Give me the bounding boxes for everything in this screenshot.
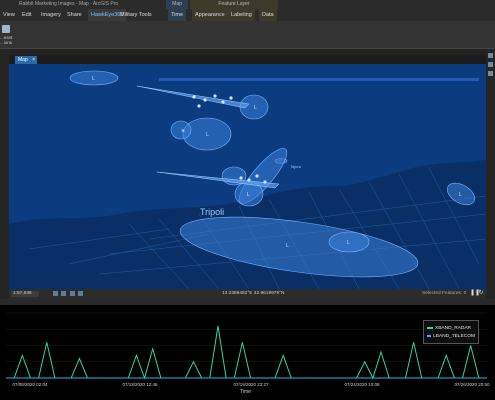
coordinate-readout: 13.2369482°E 32.9619979°N [222, 291, 285, 296]
legend-swatch [427, 327, 433, 329]
ribbon-body: ...eset ...ions [0, 21, 495, 49]
selected-features-count: Selected Features: 0 [422, 291, 467, 296]
legend-item: XBAND_RADAR [427, 324, 475, 332]
tab-share[interactable]: Share [64, 9, 85, 21]
time-chart-pane: 07/08/2020 02:04 07/13/2020 12:46 07/19/20… [0, 305, 495, 400]
cursor-tool-icon[interactable] [78, 291, 84, 296]
svg-text:L: L [347, 240, 350, 246]
place-label: Tajura [290, 164, 302, 169]
context-group-feature-layer: Feature Layer [190, 0, 278, 9]
svg-text:L: L [92, 76, 95, 82]
close-icon[interactable]: × [32, 56, 35, 64]
left-dock-strip [0, 49, 9, 303]
right-dock-strip [486, 49, 495, 303]
tab-edit[interactable]: Edit [19, 9, 34, 21]
reset-button-label-2: ...ions [0, 40, 13, 45]
city-label: Tripoli [200, 207, 224, 217]
window-title: Rabbit Marketing Images - Map - ArcGIS P… [19, 1, 119, 7]
tab-data[interactable]: Data [259, 9, 277, 21]
grid-tool-icon[interactable] [61, 291, 67, 296]
series-line-xband_radar [6, 325, 487, 380]
legend-label: LBAND_TELECOM [433, 333, 475, 339]
map-view[interactable]: × L L L L L L L Tripoli Tajura [9, 64, 486, 289]
pause-icon[interactable]: ❚❚ [470, 290, 480, 297]
reset-icon [2, 25, 10, 33]
svg-text:L: L [206, 132, 209, 138]
dock-tool-icon[interactable] [488, 71, 493, 76]
title-bar: Rabbit Marketing Images - Map - ArcGIS P… [0, 0, 495, 9]
x-tick-label: 07/13/2020 12:46 [122, 382, 158, 387]
time-chart[interactable]: 07/08/2020 02:04 07/13/2020 12:46 07/19/20… [0, 305, 495, 400]
svg-text:L: L [459, 192, 462, 198]
map-tab-label: Map [18, 57, 28, 63]
ribbon-tab-bar: View Edit Imagery Share HawkEye360 Military T… [0, 9, 495, 21]
dock-tool-icon[interactable] [488, 62, 493, 67]
x-tick-label: 07/24/2020 10:08 [344, 382, 380, 387]
refresh-icon[interactable]: ↻ [478, 290, 484, 297]
legend-item: LBAND_TELECOM [427, 332, 475, 340]
chart-legend: XBAND_RADAR LBAND_TELECOM [423, 320, 479, 344]
x-axis-title: Time [240, 389, 251, 395]
x-tick-label: 07/08/2020 02:04 [12, 382, 48, 387]
legend-swatch [427, 335, 432, 337]
x-tick-label: 07/26/2020 20:50 [454, 382, 490, 387]
svg-text:L: L [286, 243, 289, 249]
reset-button[interactable]: ...eset ...ions [0, 23, 12, 47]
context-group-map: Map [166, 0, 188, 9]
svg-text:×: × [181, 128, 185, 135]
x-tick-label: 07/19/2020 23:27 [233, 382, 269, 387]
svg-text:L: L [254, 105, 257, 111]
snap-tool-icon[interactable] [69, 291, 75, 296]
tab-military-tools[interactable]: Military Tools [117, 9, 155, 21]
svg-text:L: L [247, 192, 250, 198]
dock-tool-icon[interactable] [488, 53, 493, 58]
nav-tool-icon[interactable] [53, 291, 58, 296]
tab-time[interactable]: Time [168, 9, 187, 21]
tab-imagery[interactable]: Imagery [38, 9, 64, 21]
legend-label: XBAND_RADAR [435, 325, 471, 331]
arcgis-window: Rabbit Marketing Images - Map - ArcGIS P… [0, 0, 495, 400]
map-canvas[interactable]: × L L L L L L L Tripoli Tajura [9, 64, 486, 289]
tab-view[interactable]: View [0, 9, 18, 21]
tab-map[interactable]: Map × [15, 56, 37, 64]
tab-labeling[interactable]: Labeling [228, 9, 255, 21]
map-status-bar: 1:57,636 13.2369482°E 32.9619979°N Selec… [9, 289, 486, 299]
pane-gap [0, 49, 495, 55]
scale-selector[interactable]: 1:57,636 [11, 291, 39, 297]
status-tool-icons [53, 291, 85, 297]
tab-appearance[interactable]: Appearance [192, 9, 228, 21]
